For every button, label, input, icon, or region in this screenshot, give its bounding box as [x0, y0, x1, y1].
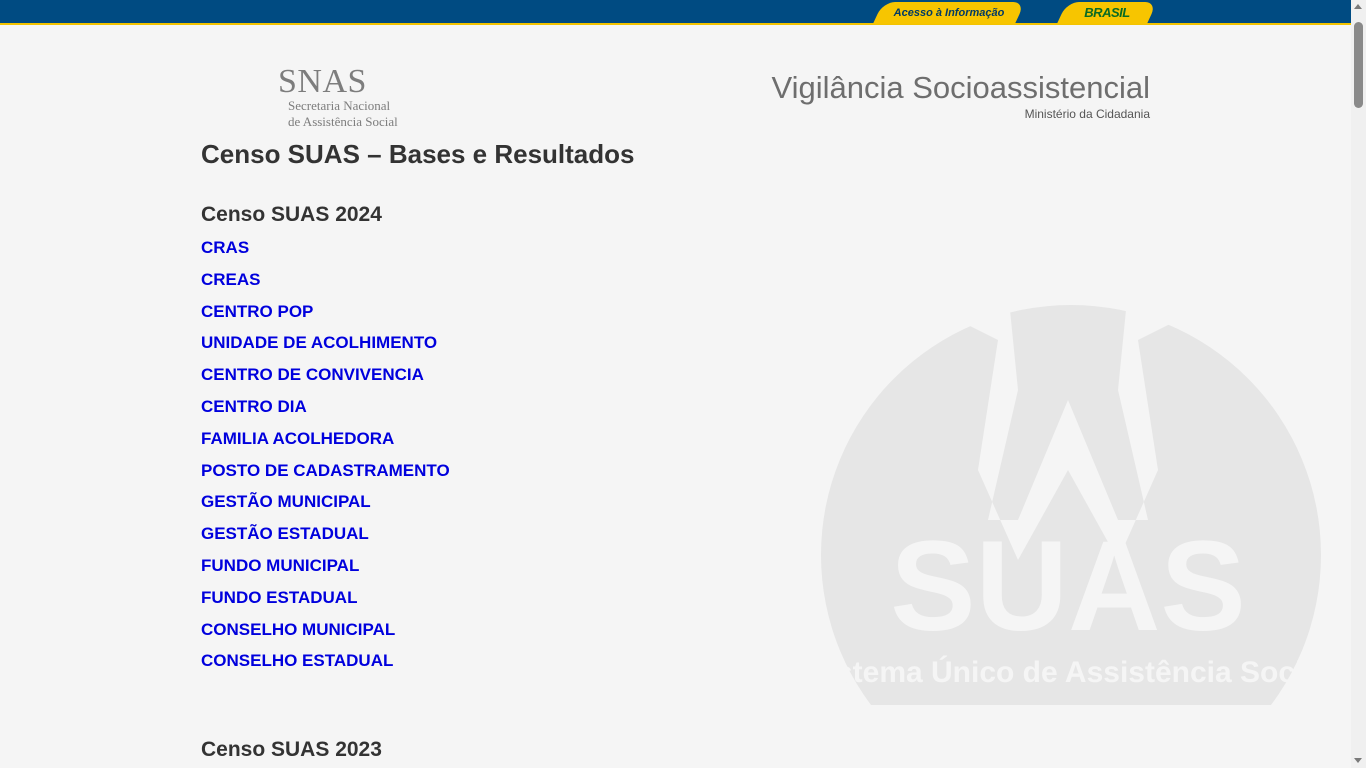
- list-item: CRAS: [201, 238, 450, 270]
- link-posto-cadastramento[interactable]: POSTO DE CADASTRAMENTO: [201, 461, 450, 481]
- link-unidade-acolhimento[interactable]: UNIDADE DE ACOLHIMENTO: [201, 333, 437, 353]
- scroll-down-arrow-icon[interactable]: [1354, 758, 1362, 763]
- link-conselho-estadual[interactable]: CONSELHO ESTADUAL: [201, 651, 393, 671]
- list-item: GESTÃO MUNICIPAL: [201, 492, 450, 524]
- brasil-label: BRASIL: [1084, 5, 1130, 20]
- watermark-caption: Sistema Único de Assistência Social: [818, 655, 1323, 689]
- list-item: CENTRO DE CONVIVENCIA: [201, 365, 450, 397]
- link-gestao-municipal[interactable]: GESTÃO MUNICIPAL: [201, 492, 371, 512]
- site-title: Vigilância Socioassistencial: [771, 70, 1150, 105]
- site-title-block: Vigilância Socioassistencial Ministério …: [771, 70, 1150, 121]
- list-item: CONSELHO ESTADUAL: [201, 651, 450, 683]
- list-item: FAMILIA ACOLHEDORA: [201, 429, 450, 461]
- snas-line2: de Assistência Social: [288, 114, 398, 129]
- list-item: FUNDO ESTADUAL: [201, 588, 450, 620]
- section-heading-2023: Censo SUAS 2023: [201, 738, 382, 761]
- snas-abbr: SNAS: [278, 63, 367, 100]
- list-item: UNIDADE DE ACOLHIMENTO: [201, 333, 450, 365]
- link-cras[interactable]: CRAS: [201, 238, 249, 258]
- link-centro-pop[interactable]: CENTRO POP: [201, 302, 313, 322]
- list-item: GESTÃO ESTADUAL: [201, 524, 450, 556]
- link-centro-convivencia[interactable]: CENTRO DE CONVIVENCIA: [201, 365, 424, 385]
- vertical-scrollbar[interactable]: [1351, 0, 1366, 768]
- link-creas[interactable]: CREAS: [201, 270, 261, 290]
- link-familia-acolhedora[interactable]: FAMILIA ACOLHEDORA: [201, 429, 394, 449]
- censo-2024-link-list: CRAS CREAS CENTRO POP UNIDADE DE ACOLHIM…: [201, 238, 450, 683]
- brasil-link[interactable]: BRASIL: [1056, 2, 1158, 24]
- list-item: CENTRO POP: [201, 302, 450, 334]
- link-centro-dia[interactable]: CENTRO DIA: [201, 397, 307, 417]
- scroll-up-arrow-icon[interactable]: [1354, 4, 1362, 9]
- section-heading-2024: Censo SUAS 2024: [201, 203, 382, 226]
- link-conselho-municipal[interactable]: CONSELHO MUNICIPAL: [201, 620, 395, 640]
- site-subtitle: Ministério da Cidadania: [1024, 107, 1150, 121]
- access-info-label: Acesso à Informação: [893, 7, 1005, 19]
- gov-top-bar: Acesso à Informação BRASIL: [0, 0, 1351, 25]
- list-item: FUNDO MUNICIPAL: [201, 556, 450, 588]
- list-item: CONSELHO MUNICIPAL: [201, 620, 450, 652]
- list-item: CREAS: [201, 270, 450, 302]
- list-item: CENTRO DIA: [201, 397, 450, 429]
- list-item: POSTO DE CADASTRAMENTO: [201, 461, 450, 493]
- page-title: Censo SUAS – Bases e Resultados: [201, 139, 635, 169]
- snas-line1: Secretaria Nacional: [288, 98, 391, 113]
- scrollbar-thumb[interactable]: [1354, 22, 1363, 108]
- link-fundo-estadual[interactable]: FUNDO ESTADUAL: [201, 588, 357, 608]
- suas-watermark-logo: SUAS Sistema Único de Assistência Social: [818, 170, 1323, 705]
- link-fundo-municipal[interactable]: FUNDO MUNICIPAL: [201, 556, 359, 576]
- watermark-big-text: SUAS: [890, 515, 1246, 658]
- snas-logo[interactable]: SNAS Secretaria Nacional de Assistência …: [278, 63, 428, 130]
- access-info-link[interactable]: Acesso à Informação: [872, 2, 1026, 24]
- link-gestao-estadual[interactable]: GESTÃO ESTADUAL: [201, 524, 369, 544]
